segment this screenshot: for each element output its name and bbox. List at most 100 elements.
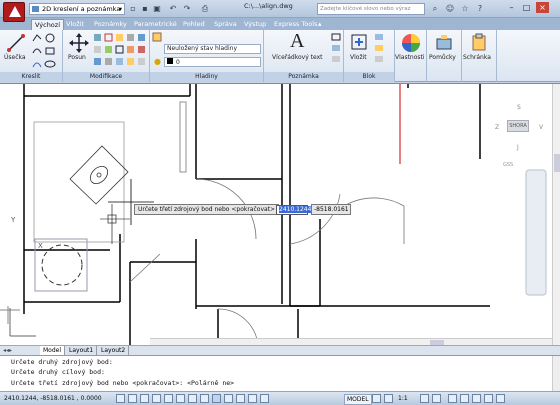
model-space-toggle[interactable]: MODEL — [344, 394, 372, 405]
line-icon[interactable] — [6, 33, 26, 53]
quick-view-drawings-icon[interactable] — [384, 394, 393, 403]
insert-block-icon[interactable] — [350, 33, 368, 51]
utilities-button[interactable]: Pomůcky — [429, 54, 456, 61]
workspace-switching-icon[interactable] — [448, 394, 457, 403]
panel-hladiny: Neuložený stav hladiny ● 0 Hladiny — [150, 30, 264, 82]
viewcube-south[interactable]: J — [517, 144, 519, 151]
ribbon-minimize-icon[interactable]: ▴ — [318, 20, 322, 28]
panel-label-kreslit[interactable]: Kreslit — [0, 72, 62, 82]
draw-tools-icons[interactable] — [32, 33, 60, 71]
tab-vlozit[interactable]: Vložit — [63, 19, 87, 30]
maximize-icon[interactable]: □ — [520, 2, 533, 13]
panel-vlastnosti: Vlastnosti — [395, 30, 427, 82]
layout-tabs: ◂◂▸ Model Layout1 Layout2 — [0, 345, 560, 356]
tab-pohled[interactable]: Pohled — [180, 19, 208, 30]
hardware-acceleration-icon[interactable] — [472, 394, 481, 403]
layer-state-label: Neuložený stav hladiny — [167, 45, 238, 52]
help-icon[interactable]: ? — [475, 4, 485, 14]
panel-label-blok[interactable]: Blok — [344, 72, 394, 82]
dimension-icons[interactable] — [331, 33, 341, 63]
tab-sprava[interactable]: Správa — [211, 19, 240, 30]
osnap-icon[interactable] — [164, 394, 173, 403]
floor-plan-drawing — [0, 84, 547, 346]
3d-osnap-icon[interactable] — [176, 394, 185, 403]
isolate-objects-icon[interactable] — [484, 394, 493, 403]
modify-tools-icons[interactable] — [93, 33, 148, 69]
polar-icon[interactable] — [152, 394, 161, 403]
move-button[interactable]: Posun — [68, 54, 86, 61]
grid-icon[interactable] — [128, 394, 137, 403]
command-prompt-line[interactable]: Určete třetí zdrojový bod nebo <pokračov… — [11, 379, 234, 387]
panel-blok: Vložit Blok — [344, 30, 395, 82]
workspace-selector[interactable]: 2D kreslení a poznámka ▾ — [29, 3, 125, 15]
redo-icon[interactable]: ↷ — [182, 4, 192, 14]
ribbon-tabs: Výchozí Vložit Poznámky Parametrické Poh… — [0, 18, 560, 30]
snap-icon[interactable] — [116, 394, 125, 403]
wcs-menu[interactable]: GSS — [503, 162, 513, 168]
multiline-text-icon[interactable]: A — [290, 30, 304, 53]
minimize-icon[interactable]: – — [505, 2, 518, 13]
panel-label-poznamka[interactable]: Poznámka — [264, 72, 343, 82]
otrack-icon[interactable] — [188, 394, 197, 403]
viewcube[interactable]: S Z V SHORA J GSS — [495, 104, 545, 179]
lineweight-icon[interactable] — [224, 394, 233, 403]
command-line[interactable]: Určete druhý zdrojový bod: Určete druhý … — [0, 355, 560, 392]
close-icon[interactable]: × — [536, 2, 549, 13]
command-scrollbar[interactable] — [552, 356, 560, 392]
utilities-icon[interactable] — [435, 33, 453, 51]
selection-cycling-icon[interactable] — [260, 394, 269, 403]
new-icon[interactable]: ▫ — [128, 4, 138, 14]
transparency-icon[interactable] — [236, 394, 245, 403]
layer-current-label: 0 — [176, 59, 180, 66]
save-icon[interactable]: ▣ — [152, 4, 162, 14]
dynamic-input-icon[interactable] — [212, 394, 221, 403]
move-icon[interactable] — [69, 33, 89, 53]
open-icon[interactable]: ▪ — [140, 4, 150, 14]
user-icon[interactable]: ☺ — [445, 4, 455, 14]
tab-parametricke[interactable]: Parametrické — [131, 19, 180, 30]
quick-properties-icon[interactable] — [248, 394, 257, 403]
vertical-scrollbar-thumb[interactable] — [554, 154, 560, 172]
tab-express-tools[interactable]: Express Tools — [271, 19, 320, 30]
panel-label-modifikace[interactable]: Modifikace — [63, 72, 149, 82]
ducs-icon[interactable] — [200, 394, 209, 403]
print-icon[interactable]: ⎙ — [200, 4, 210, 14]
layer-properties-icon[interactable] — [152, 32, 162, 42]
star-icon[interactable]: ☆ — [460, 4, 470, 14]
application-menu-button[interactable] — [3, 2, 25, 22]
block-tools-icons[interactable] — [374, 33, 392, 63]
tab-vychozi[interactable]: Výchozí — [31, 19, 65, 30]
clean-screen-icon[interactable] — [496, 394, 505, 403]
layer-dropdown[interactable]: 0 — [164, 57, 261, 67]
annotation-scale[interactable]: 1:1 — [398, 395, 408, 402]
search-icon[interactable]: ⌕ — [430, 4, 440, 14]
properties-button[interactable]: Vlastnosti — [395, 54, 425, 61]
line-button[interactable]: Úsečka — [4, 54, 26, 61]
auto-scale-icon[interactable] — [432, 394, 441, 403]
lightbulb-icon[interactable]: ● — [154, 57, 161, 66]
tab-vystup[interactable]: Výstup — [241, 19, 269, 30]
insert-button[interactable]: Vložit — [350, 54, 367, 61]
panel-schranka: Schránka — [462, 30, 497, 82]
quick-view-layouts-icon[interactable] — [372, 394, 381, 403]
multiline-text-button[interactable]: Víceřádkový text — [272, 54, 323, 61]
dynamic-input-y[interactable]: -8518.0161 — [311, 204, 351, 215]
panel-label-hladiny[interactable]: Hladiny — [150, 72, 263, 82]
annotation-visibility-icon[interactable] — [420, 394, 429, 403]
clipboard-button[interactable]: Schránka — [463, 54, 491, 61]
coordinates-display[interactable]: 2410.1244, -8518.0161 , 0.0000 — [4, 395, 102, 402]
tab-poznamky[interactable]: Poznámky — [91, 19, 130, 30]
clipboard-icon[interactable] — [470, 33, 488, 51]
viewcube-top-face[interactable]: SHORA — [507, 120, 529, 132]
undo-icon[interactable]: ↶ — [168, 4, 178, 14]
layer-state-dropdown[interactable]: Neuložený stav hladiny — [164, 44, 261, 54]
lock-icon[interactable] — [460, 394, 469, 403]
properties-icon[interactable] — [401, 33, 421, 53]
vertical-scrollbar[interactable] — [552, 84, 560, 346]
search-input[interactable]: Zadejte klíčové slovo nebo výraz — [317, 3, 425, 15]
dynamic-input-x[interactable]: 2410.1244 — [276, 205, 312, 215]
viewcube-north[interactable]: S — [517, 104, 521, 111]
viewcube-west[interactable]: Z — [495, 124, 499, 131]
viewcube-east[interactable]: V — [539, 124, 543, 131]
ortho-icon[interactable] — [140, 394, 149, 403]
